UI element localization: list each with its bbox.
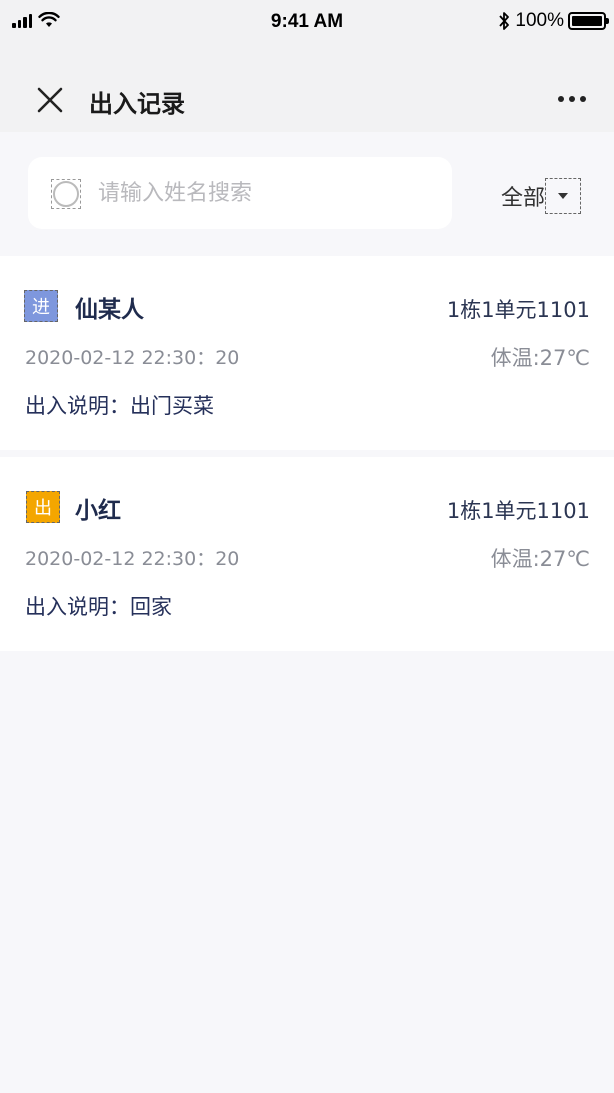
status-right: 100% (497, 10, 609, 32)
more-dot (580, 96, 586, 102)
battery-percentage: 100% (515, 10, 564, 31)
record-time: 2020-02-12 22:30：20 (25, 347, 240, 369)
nav-bar: 出入记录 (0, 44, 614, 132)
search-icon (51, 179, 81, 209)
entry-badge: 进 (24, 290, 58, 322)
temperature: 体温:27℃ (490, 346, 590, 370)
filter-label: 全部 (501, 186, 546, 211)
search-area: 全部 (0, 132, 614, 254)
close-icon (37, 87, 63, 113)
filter-dropdown[interactable]: 全部 (501, 178, 582, 214)
status-bar: 9:41 AM 100% (0, 0, 614, 44)
record-card[interactable]: 出 小红 1栋1单元1101 2020-02-12 22:30：20 体温:27… (0, 457, 614, 651)
more-dot (558, 96, 564, 102)
close-button[interactable] (32, 82, 68, 118)
record-time: 2020-02-12 22:30：20 (25, 548, 240, 570)
record-description: 出入说明：回家 (25, 595, 172, 619)
person-name: 小红 (75, 498, 121, 524)
record-card[interactable]: 进 仙某人 1栋1单元1101 2020-02-12 22:30：20 体温:2… (0, 256, 614, 450)
chevron-down-icon[interactable] (545, 178, 582, 214)
search-input[interactable] (98, 173, 438, 213)
temperature: 体温:27℃ (490, 547, 590, 571)
unit-address: 1栋1单元1101 (446, 298, 590, 322)
more-button[interactable] (554, 92, 590, 106)
bluetooth-icon (499, 12, 510, 30)
battery-icon (568, 12, 609, 30)
record-description: 出入说明：出门买菜 (25, 394, 214, 418)
unit-address: 1栋1单元1101 (446, 499, 590, 523)
more-dot (569, 96, 575, 102)
person-name: 仙某人 (75, 297, 144, 323)
search-box[interactable] (28, 157, 452, 229)
page-title: 出入记录 (89, 90, 185, 118)
exit-badge: 出 (26, 491, 60, 523)
